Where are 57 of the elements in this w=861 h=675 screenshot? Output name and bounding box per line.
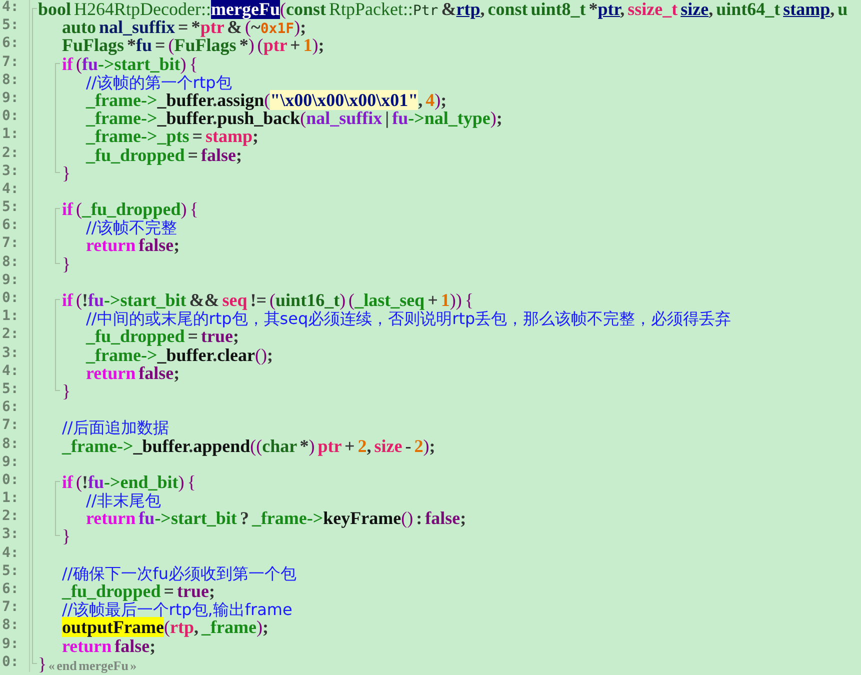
line-number: 4: [0, 180, 30, 200]
line-number: 4: [0, 544, 30, 563]
line-number: 0: [0, 108, 30, 126]
code-line: _fu_dropped = false; [86, 144, 242, 166]
line-number: 1: [0, 490, 30, 508]
code-line: _fu_dropped = true; [62, 581, 215, 602]
code-line: if (fu->start_bit) { [62, 54, 198, 74]
line-number: 5: [0, 380, 30, 400]
code-line: bool H264RtpDecoder::mergeFu(const RtpPacket::Ptr &rtp, const uint8_t *ptr, ssize_t size, uint64_t stamp, u [38, 0, 848, 20]
line-number: 7: [0, 417, 30, 436]
line-number: 7: [0, 599, 30, 618]
line-number: 2: [0, 508, 30, 526]
code-line: if (_fu_dropped) { [62, 199, 198, 220]
line-number: 9: [0, 454, 30, 472]
line-number: 2: [0, 326, 30, 345]
line-number: 5: [0, 17, 30, 36]
line-number: 8: [0, 436, 30, 454]
line-number: 8: [0, 72, 30, 90]
line-number: 9: [0, 272, 30, 290]
code-line: return fu->start_bit ? _frame->keyFrame() : false; [86, 508, 466, 530]
code-line: if (!fu->start_bit && seq != (uint16_t) (_last_seq + 1)) { [62, 290, 474, 310]
line-number: 6: [0, 35, 30, 54]
code-line: return false; [86, 235, 180, 256]
code-line: } [62, 380, 71, 402]
line-number: 8: [0, 617, 30, 636]
line-number: 3: [0, 162, 30, 181]
line-number: 6: [0, 217, 30, 236]
code-line: _fu_dropped = true; [86, 326, 239, 348]
code-line: } [62, 254, 71, 275]
line-number: 5: [0, 199, 30, 218]
line-number: 1: [0, 308, 30, 326]
line-number: 4: [0, 0, 30, 18]
line-number: 1: [0, 126, 30, 144]
line-number: 8: [0, 254, 30, 272]
code-line: } [62, 162, 71, 184]
code-line: outputFrame(rtp, _frame); [62, 617, 268, 638]
line-number: 9: [0, 90, 30, 108]
code-line: //中间的或末尾的rtp包，其seq必须连续，否则说明rtp丢包，那么该帧不完整，必须得丢弃 [86, 309, 732, 329]
line-number: 9: [0, 636, 30, 654]
code-line: //该帧不完整 [86, 218, 177, 238]
line-number: 3: [0, 344, 30, 363]
line-number: 5: [0, 562, 30, 581]
code-line: //确保下一次fu必须收到第一个包 [62, 562, 297, 584]
code-line: //该帧最后一个rtp包,输出frame [62, 600, 292, 620]
line-number: 0: [0, 472, 30, 490]
code-line: //非末尾包 [86, 490, 161, 511]
line-number: 0: [0, 290, 30, 308]
line-number: 6: [0, 399, 30, 418]
line-number: 2: [0, 144, 30, 163]
line-number: 4: [0, 362, 30, 381]
line-number: 0: [0, 654, 30, 672]
line-number: 7: [0, 235, 30, 254]
line-number: 3: [0, 526, 30, 545]
line-number: 6: [0, 581, 30, 600]
code-line: } [62, 526, 71, 548]
line-number: 7: [0, 54, 30, 72]
code-line: if (!fu->end_bit) { [62, 472, 196, 492]
